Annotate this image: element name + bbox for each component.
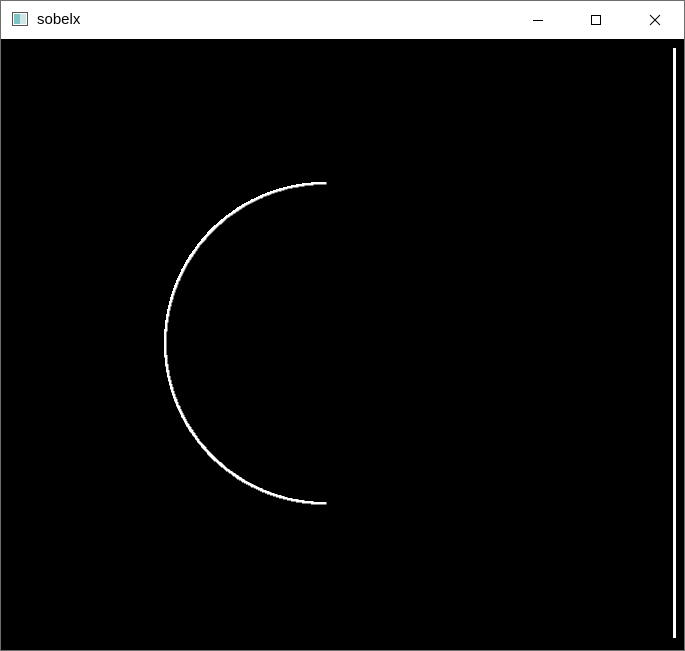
image-canvas	[1, 39, 684, 650]
edge-arc	[164, 182, 327, 505]
maximize-icon	[591, 15, 601, 25]
close-button[interactable]	[626, 1, 684, 39]
maximize-button[interactable]	[567, 1, 625, 39]
window-title: sobelx	[37, 11, 81, 28]
edge-pixel	[324, 502, 327, 505]
title-bar[interactable]: sobelx	[1, 1, 684, 39]
app-window: sobelx	[0, 0, 685, 651]
minimize-button[interactable]	[509, 1, 567, 39]
close-icon	[649, 14, 661, 26]
app-window-icon	[12, 12, 28, 26]
minimize-icon	[533, 20, 543, 21]
vertical-edge-line	[673, 48, 676, 638]
sobel-edge-image	[164, 48, 676, 638]
